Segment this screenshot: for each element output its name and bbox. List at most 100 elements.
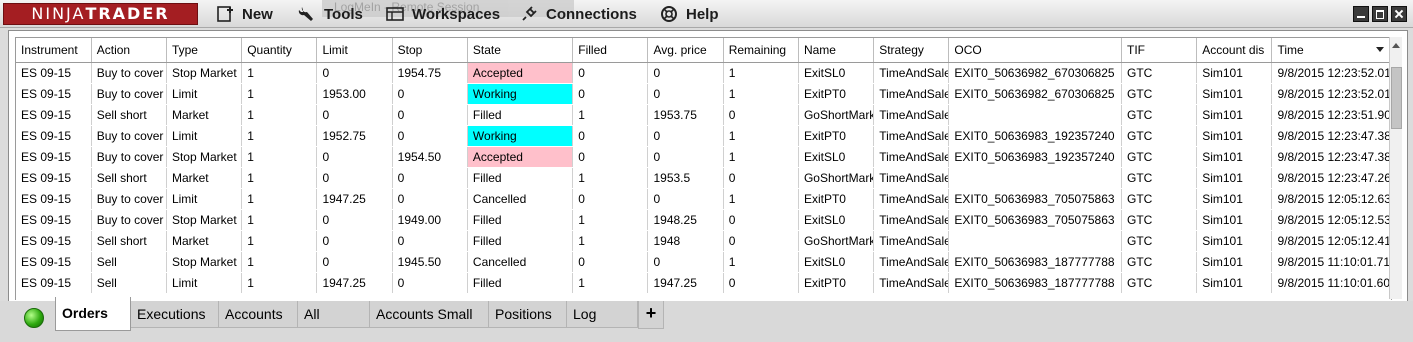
table-cell xyxy=(948,230,1122,252)
table-row[interactable]: ES 09-15 Sell short Market 1 0 0 Filled 1 1948 0 G… xyxy=(16,230,1391,252)
sort-descending-icon[interactable] xyxy=(1376,47,1384,52)
table-cell: GTC xyxy=(1121,167,1198,189)
table-cell: 1 xyxy=(723,125,799,147)
table-cell: 0 xyxy=(316,209,393,231)
column-header[interactable]: Account dis xyxy=(1196,38,1273,63)
table-cell: 0 xyxy=(647,146,724,168)
table-cell: 1 xyxy=(572,104,649,126)
order-state-cell: Filled xyxy=(467,104,574,126)
maximize-icon[interactable] xyxy=(1372,6,1388,22)
table-cell: 1954.75 xyxy=(392,62,468,84)
tab-log[interactable]: Log xyxy=(567,301,638,328)
table-cell: ExitPT0 xyxy=(798,83,875,105)
menu-workspaces[interactable]: Workspaces xyxy=(386,4,500,24)
tab-all[interactable]: All xyxy=(298,301,370,328)
table-cell: 0 xyxy=(723,272,799,294)
table-cell: GoShortMarket xyxy=(798,167,875,189)
column-header[interactable]: Time xyxy=(1271,38,1391,63)
table-cell: Sell short xyxy=(91,104,167,126)
table-row[interactable]: ES 09-15 Buy to cover Limit 1 1952.75 0 Workin… xyxy=(16,125,1391,147)
tab-accounts[interactable]: Accounts xyxy=(219,301,298,328)
table-cell: ExitSL0 xyxy=(798,209,875,231)
menu-help[interactable]: Help xyxy=(660,4,719,24)
table-cell: GTC xyxy=(1121,188,1198,210)
table-cell: Sim101 xyxy=(1196,83,1273,105)
column-header[interactable]: TIF xyxy=(1121,38,1198,63)
minimize-icon[interactable] xyxy=(1353,6,1369,22)
table-row[interactable]: ES 09-15 Buy to cover Stop Market 1 0 1954.50… xyxy=(16,146,1391,168)
column-header[interactable]: Strategy xyxy=(873,38,950,63)
order-state-cell: Accepted xyxy=(467,62,574,84)
column-header[interactable]: OCO xyxy=(948,38,1122,63)
table-cell: 1 xyxy=(723,62,799,84)
table-cell: EXIT0_50636983_187777788 xyxy=(948,272,1122,294)
table-row[interactable]: ES 09-15 Sell short Market 1 0 0 Filled 1 1953.7… xyxy=(16,104,1391,126)
tab-accounts-small[interactable]: Accounts Small xyxy=(370,301,489,328)
table-cell: 0 xyxy=(723,230,799,252)
table-cell: 9/8/2015 12:05:12.53 xyxy=(1271,209,1391,231)
window-controls xyxy=(1353,6,1407,22)
table-row[interactable]: ES 09-15 Buy to cover Stop Market 1 0 1954.75… xyxy=(16,62,1391,84)
table-cell: 0 xyxy=(647,62,724,84)
column-header[interactable]: Name xyxy=(798,38,875,63)
tab-positions[interactable]: Positions xyxy=(489,301,567,328)
table-cell: 0 xyxy=(647,125,724,147)
table-cell: Sell short xyxy=(91,167,167,189)
column-header[interactable]: Remaining xyxy=(723,38,799,63)
table-row[interactable]: ES 09-15 Buy to cover Stop Market 1 0 1949.00… xyxy=(16,209,1391,231)
tab-orders[interactable]: Orders xyxy=(55,297,131,331)
order-state-cell: Cancelled xyxy=(467,188,574,210)
vertical-scrollbar[interactable] xyxy=(1389,37,1402,299)
column-header[interactable]: State xyxy=(467,38,574,63)
table-row[interactable]: ES 09-15 Buy to cover Limit 1 1947.25 0 Cancel… xyxy=(16,188,1391,210)
column-header[interactable]: Avg. price xyxy=(647,38,724,63)
table-row[interactable]: ES 09-15 Buy to cover Limit 1 1953.00 0 Workin… xyxy=(16,83,1391,105)
table-cell: Buy to cover xyxy=(91,146,167,168)
table-cell: Sim101 xyxy=(1196,104,1273,126)
close-icon[interactable] xyxy=(1391,6,1407,22)
new-document-icon xyxy=(216,5,234,23)
scroll-thumb[interactable] xyxy=(1391,67,1402,129)
table-row[interactable]: ES 09-15 Sell Limit 1 1947.25 0 Filled 1 1947.25… xyxy=(16,272,1391,294)
menu-workspaces-label: Workspaces xyxy=(412,5,501,23)
menu-connections[interactable]: Connections xyxy=(520,4,637,24)
table-cell: 1 xyxy=(723,188,799,210)
table-cell: 0 xyxy=(572,146,649,168)
table-cell: 0 xyxy=(392,167,468,189)
logo-text-ninja: NINJA xyxy=(31,4,86,23)
table-cell: GTC xyxy=(1121,83,1198,105)
table-cell: EXIT0_50636983_705075863 xyxy=(948,209,1122,231)
tab-executions[interactable]: Executions xyxy=(131,301,219,328)
table-cell: EXIT0_50636983_187777788 xyxy=(948,251,1122,273)
menu-tools[interactable]: Tools xyxy=(298,4,363,24)
add-tab-button[interactable]: + xyxy=(638,301,664,329)
table-cell: Market xyxy=(166,104,243,126)
table-cell: TimeAndSales xyxy=(873,125,950,147)
table-cell: GTC xyxy=(1121,209,1198,231)
column-header[interactable]: Limit xyxy=(316,38,393,63)
column-header[interactable]: Stop xyxy=(392,38,468,63)
table-cell: 0 xyxy=(572,251,649,273)
connection-status-icon xyxy=(24,308,44,328)
table-cell: Buy to cover xyxy=(91,125,167,147)
table-cell: 9/8/2015 12:05:12.41 xyxy=(1271,230,1391,252)
column-header[interactable]: Type xyxy=(166,38,243,63)
table-cell: 9/8/2015 12:23:47.26 xyxy=(1271,167,1391,189)
table-cell: GTC xyxy=(1121,251,1198,273)
table-cell: ExitSL0 xyxy=(798,62,875,84)
table-cell: 0 xyxy=(572,188,649,210)
table-row[interactable]: ES 09-15 Sell Stop Market 1 0 1945.50 Cancelle… xyxy=(16,251,1391,273)
table-cell: GTC xyxy=(1121,230,1198,252)
scroll-up-icon[interactable] xyxy=(1392,43,1400,48)
column-header[interactable]: Action xyxy=(91,38,167,63)
table-row[interactable]: ES 09-15 Sell short Market 1 0 0 Filled 1 1953.5… xyxy=(16,167,1391,189)
table-cell: 1947.25 xyxy=(647,272,724,294)
column-header[interactable]: Filled xyxy=(572,38,649,63)
column-header[interactable]: Quantity xyxy=(241,38,318,63)
table-cell: ES 09-15 xyxy=(16,146,92,168)
menu-new[interactable]: New xyxy=(216,4,273,24)
table-cell: 1 xyxy=(241,188,318,210)
table-cell: 0 xyxy=(316,62,393,84)
table-cell: 0 xyxy=(392,272,468,294)
column-header[interactable]: Instrument xyxy=(16,38,92,63)
